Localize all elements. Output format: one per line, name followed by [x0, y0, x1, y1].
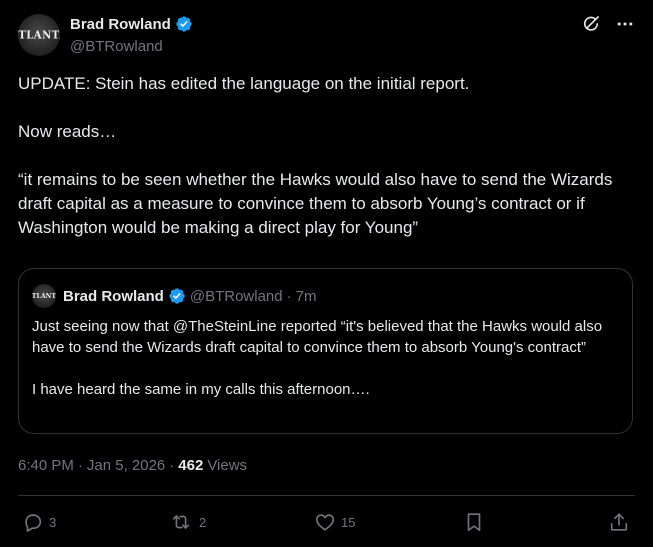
quoted-author-handle[interactable]: @BTRowland: [190, 288, 283, 305]
tweet-paragraph: UPDATE: Stein has edited the language on…: [18, 74, 470, 93]
reply-icon: [22, 511, 44, 533]
repost-count: 2: [199, 514, 207, 530]
separator-dot: ·: [286, 287, 292, 305]
tweet-paragraph: Now reads…: [18, 122, 117, 141]
share-icon: [608, 511, 630, 533]
author-name-row: Brad Rowland: [70, 15, 193, 33]
quoted-avatar-logo-text: ATLANTA: [32, 291, 56, 301]
quoted-timestamp[interactable]: 7m: [296, 288, 317, 305]
quoted-paragraph: Just seeing now that @TheSteinLine repor…: [32, 318, 603, 356]
repost-icon: [168, 511, 194, 533]
reply-button[interactable]: 3: [22, 511, 56, 533]
views-label: Views: [207, 457, 248, 474]
divider: [18, 495, 635, 496]
quoted-author-name[interactable]: Brad Rowland: [63, 288, 164, 305]
verified-badge-icon[interactable]: [175, 15, 193, 33]
author-handle[interactable]: @BTRowland: [70, 38, 163, 55]
grok-icon[interactable]: [581, 14, 601, 34]
like-count: 15: [341, 514, 356, 530]
bookmark-button[interactable]: [463, 511, 485, 533]
reply-count: 3: [49, 514, 57, 530]
tweet-paragraph: “it remains to be seen whether the Hawks…: [18, 170, 613, 237]
separator-dot: ·: [169, 457, 175, 474]
quoted-paragraph: I have heard the same in my calls this a…: [32, 381, 370, 398]
quoted-avatar[interactable]: ATLANTA: [32, 284, 56, 308]
tweet-time[interactable]: 6:40 PM: [18, 457, 74, 474]
quoted-tweet-header: Brad Rowland @BTRowland · 7m: [63, 287, 316, 305]
avatar-logo-text: ATLANTA: [18, 28, 60, 42]
verified-badge-icon: [168, 287, 186, 305]
quoted-tweet[interactable]: ATLANTA Brad Rowland @BTRowland · 7m Jus…: [18, 268, 633, 434]
tweet-detail: ATLANTA Brad Rowland @BTRowland U: [0, 0, 653, 547]
like-button[interactable]: 15: [314, 511, 355, 533]
repost-button[interactable]: 2: [168, 511, 206, 533]
views-count: 462: [178, 457, 204, 474]
tweet-date[interactable]: Jan 5, 2026: [87, 457, 165, 474]
like-icon: [314, 511, 336, 533]
separator-dot: ·: [77, 457, 83, 474]
avatar[interactable]: ATLANTA: [18, 14, 60, 56]
more-icon[interactable]: [615, 14, 635, 34]
tweet-meta: 6:40 PM · Jan 5, 2026 · 462 Views: [18, 457, 247, 474]
share-button[interactable]: [608, 511, 630, 533]
author-display-name[interactable]: Brad Rowland: [70, 16, 171, 33]
bookmark-icon: [463, 511, 485, 533]
quoted-tweet-text: Just seeing now that @TheSteinLine repor…: [32, 316, 622, 400]
tweet-text: UPDATE: Stein has edited the language on…: [18, 72, 638, 240]
tweet-top-actions: [581, 14, 635, 34]
